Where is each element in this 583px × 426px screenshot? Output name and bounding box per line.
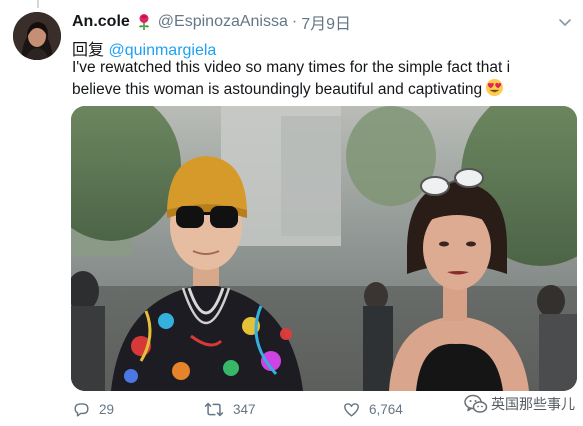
watermark-text: 英国那些事儿	[491, 396, 575, 412]
thread-connector-line	[37, 0, 39, 8]
replying-to: 回复 @quinmargiela	[72, 36, 216, 60]
tweet-text: I've rewatched this video so many times …	[72, 58, 577, 100]
heart-eyes-emoji-icon	[485, 78, 504, 97]
tweet-text-line-1: I've rewatched this video so many times …	[72, 59, 511, 76]
like-count: 6,764	[369, 402, 403, 417]
retweet-button[interactable]: 347	[203, 400, 256, 419]
avatar[interactable]	[13, 12, 61, 60]
user-handle[interactable]: @EspinozaAnissa	[158, 13, 288, 31]
wechat-icon	[464, 394, 488, 413]
heart-icon	[344, 403, 359, 417]
retweet-count: 347	[233, 402, 256, 417]
rose-icon	[136, 13, 152, 31]
like-button[interactable]: 6,764	[342, 400, 403, 419]
reply-count: 29	[99, 402, 115, 417]
tweet-date[interactable]: 7月9日	[301, 10, 351, 34]
tweet-text-line-2-content: believe this woman is astoundingly beaut…	[72, 81, 483, 98]
tweet-header: An.cole @EspinozaAnissa · 7月9日	[72, 10, 351, 34]
reply-button[interactable]: 29	[72, 400, 114, 419]
retweet-icon	[204, 402, 224, 417]
reply-to-handle-link[interactable]: @quinmargiela	[108, 42, 216, 59]
tweet-text-line-2: believe this woman is astoundingly beaut…	[72, 78, 577, 100]
watermark: 英国那些事儿	[464, 393, 575, 415]
reply-prefix: 回复	[72, 42, 105, 59]
reply-icon	[74, 403, 89, 417]
chevron-down-icon[interactable]	[557, 14, 573, 30]
video-thumbnail[interactable]	[71, 106, 577, 391]
separator-dot: ·	[291, 13, 298, 30]
display-name[interactable]: An.cole	[72, 13, 130, 31]
video-thumbnail-image	[71, 106, 577, 391]
